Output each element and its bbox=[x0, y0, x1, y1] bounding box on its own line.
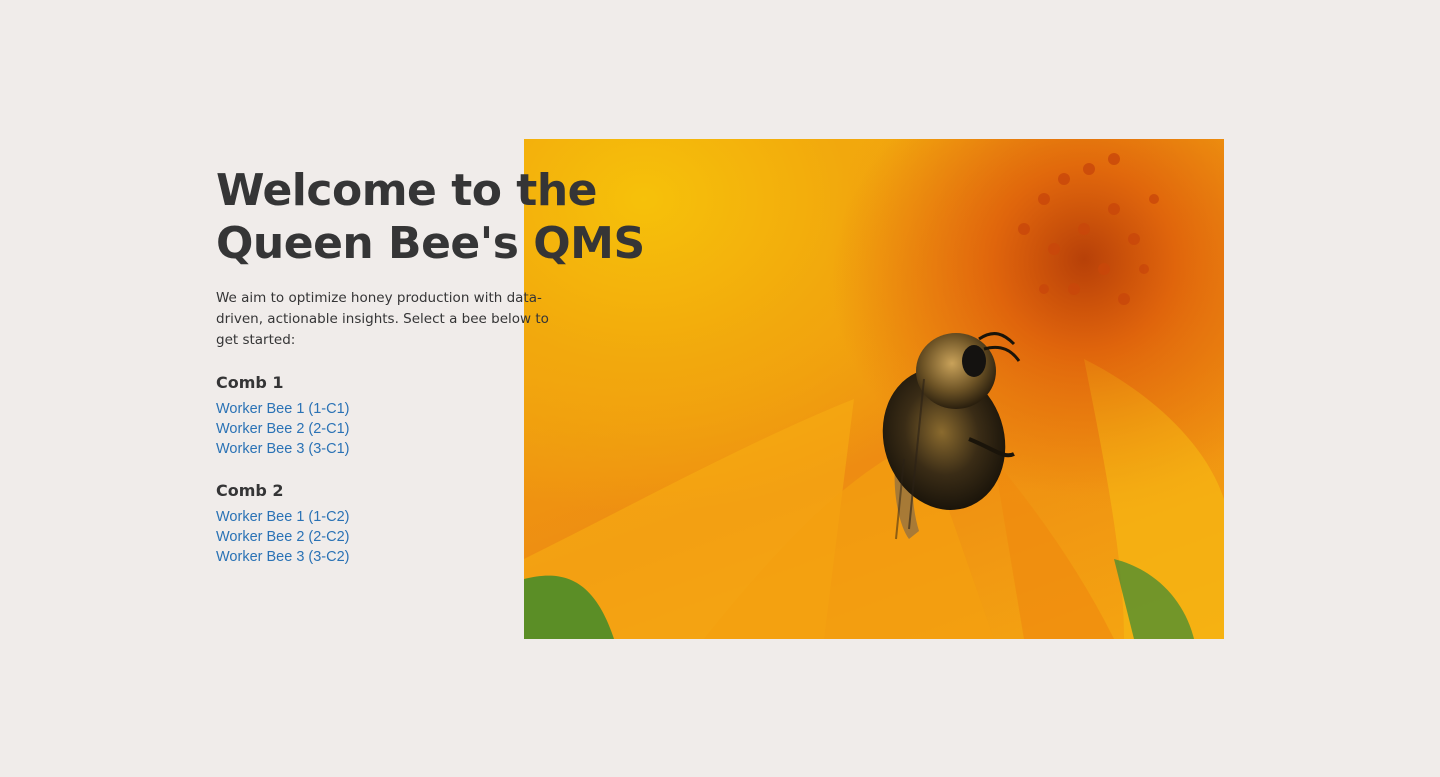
bee-link-2-c1[interactable]: Worker Bee 2 (2-C1) bbox=[216, 419, 716, 439]
comb-1-title: Comb 1 bbox=[216, 373, 284, 392]
landing-page: Welcome to the Queen Bee's QMS We aim to… bbox=[0, 0, 1440, 777]
list-item: Worker Bee 3 (3-C1) bbox=[216, 439, 716, 459]
comb-2-bee-list: Worker Bee 1 (1-C2) Worker Bee 2 (2-C2) … bbox=[216, 507, 716, 567]
bee-link-3-c1[interactable]: Worker Bee 3 (3-C1) bbox=[216, 439, 716, 459]
list-item: Worker Bee 3 (3-C2) bbox=[216, 547, 716, 567]
bee-link-3-c2[interactable]: Worker Bee 3 (3-C2) bbox=[216, 547, 716, 567]
list-item: Worker Bee 1 (1-C1) bbox=[216, 399, 716, 419]
bee-link-1-c1[interactable]: Worker Bee 1 (1-C1) bbox=[216, 399, 716, 419]
list-item: Worker Bee 2 (2-C1) bbox=[216, 419, 716, 439]
bee-link-2-c2[interactable]: Worker Bee 2 (2-C2) bbox=[216, 527, 716, 547]
comb-2-section: Comb 2 Worker Bee 1 (1-C2) Worker Bee 2 … bbox=[216, 481, 716, 567]
bee-link-1-c2[interactable]: Worker Bee 1 (1-C2) bbox=[216, 507, 716, 527]
comb-1-bee-list: Worker Bee 1 (1-C1) Worker Bee 2 (2-C1) … bbox=[216, 399, 716, 459]
comb-1-section: Comb 1 Worker Bee 1 (1-C1) Worker Bee 2 … bbox=[216, 373, 716, 459]
list-item: Worker Bee 1 (1-C2) bbox=[216, 507, 716, 527]
list-item: Worker Bee 2 (2-C2) bbox=[216, 527, 716, 547]
page-title: Welcome to the Queen Bee's QMS bbox=[216, 165, 645, 269]
comb-2-title: Comb 2 bbox=[216, 481, 284, 500]
intro-section: Welcome to the Queen Bee's QMS We aim to… bbox=[216, 164, 716, 567]
intro-text: We aim to optimize honey production with… bbox=[216, 290, 549, 348]
